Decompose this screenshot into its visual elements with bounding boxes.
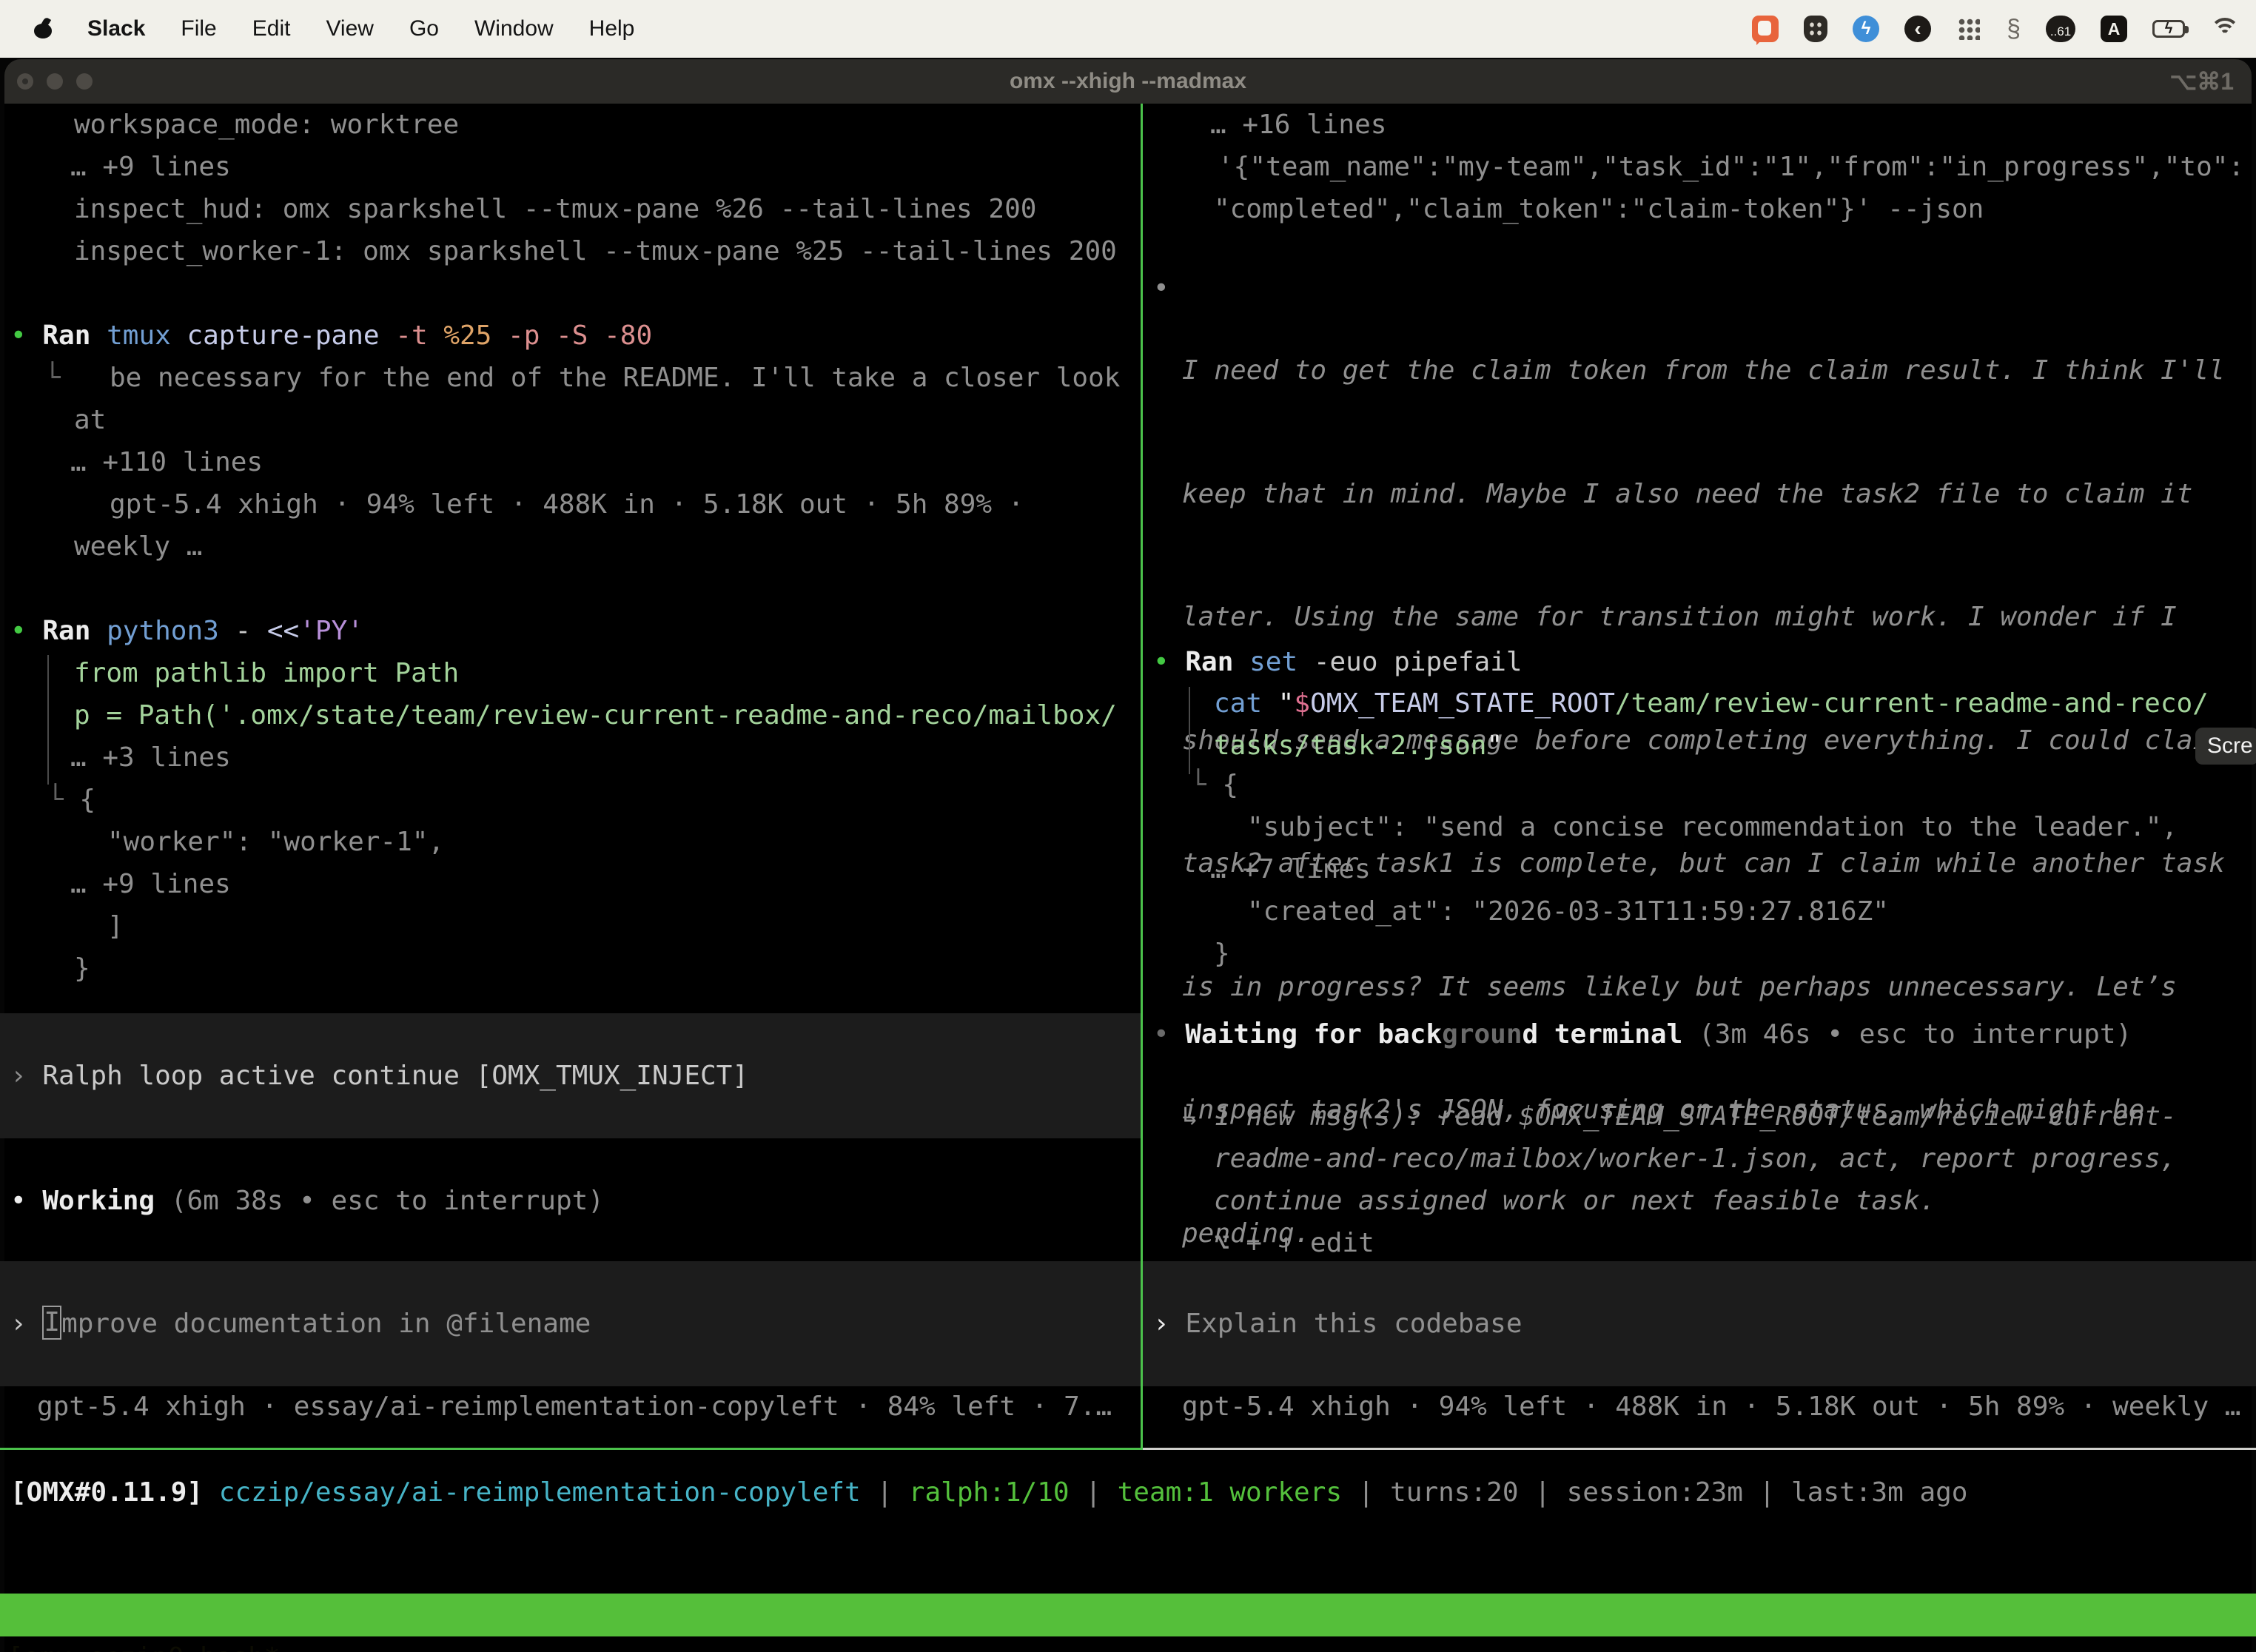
count-badge-icon[interactable]: ..61 — [2046, 16, 2075, 42]
tmux-session-name[interactable]: [omx-cczip0:bash* — [7, 1636, 280, 1652]
terminal-line: ] — [107, 905, 124, 947]
chevron-icon: › — [10, 1061, 27, 1091]
terminal-line: at — [74, 399, 106, 441]
apple-menu-icon[interactable] — [34, 19, 52, 38]
menu-item-window[interactable]: Window — [474, 16, 554, 41]
prompt-input[interactable]: › Explain this codebase — [1153, 1303, 1523, 1345]
code-line: tasks/task-2.json" — [1214, 725, 1503, 767]
prompt-placeholder: Explain this codebase — [1185, 1309, 1522, 1339]
bullet-icon: • — [10, 320, 27, 351]
terminal-line: inspect_hud: omx sparkshell --tmux-pane … — [74, 188, 1036, 230]
edit-hint: ⌥ + ↑ edit — [1214, 1222, 1374, 1264]
pane-divider[interactable] — [1141, 104, 1143, 1449]
prompt-chevron-icon: › — [1153, 1309, 1169, 1339]
terminal-line: … +9 lines — [70, 146, 231, 188]
blue-app-icon[interactable]: ϟ — [1853, 16, 1879, 42]
screenshot-tooltip: Scre — [2195, 728, 2256, 765]
dark-circle-icon[interactable]: ‹ — [1904, 16, 1931, 42]
omx-status-line: [OMX#0.11.9] cczip/essay/ai-reimplementa… — [10, 1471, 1967, 1514]
window-title: omx --xhigh --madmax — [4, 59, 2252, 104]
menu-item-file[interactable]: File — [181, 16, 216, 41]
code-line: p = Path('.omx/state/team/review-current… — [74, 694, 1117, 736]
model-status-line: gpt-5.4 xhigh · essay/ai-reimplementatio… — [37, 1386, 1112, 1428]
prompt-input-band[interactable]: › Explain this codebase — [1143, 1261, 2256, 1386]
waiting-status: • Waiting for background terminal (3m 46… — [1153, 1013, 2132, 1055]
terminal-line: … +3 lines — [70, 736, 231, 779]
terminal-line: gpt-5.4 xhigh · 94% left · 488K in · 5.1… — [110, 483, 1024, 526]
menu-bar: Slack File Edit View Go Window Help ϟ ‹ … — [0, 0, 2256, 58]
output-corner: └ — [44, 357, 61, 399]
mailbox-message-line: ↳ 1 new msg(s): read $OMX_TEAM_STATE_ROO… — [1182, 1095, 2177, 1138]
dots-grid-icon[interactable] — [1956, 16, 1981, 41]
terminal-line: "created_at": "2026-03-31T11:59:27.816Z" — [1247, 890, 1889, 933]
menu-item-edit[interactable]: Edit — [252, 16, 291, 41]
ralph-status-band: › Ralph loop active continue [OMX_TMUX_I… — [0, 1013, 1141, 1138]
ran-command-line: • Ran python3 - <<'PY' — [10, 610, 363, 652]
omx-last: last:3m ago — [1791, 1477, 1967, 1508]
tmux-status-bar: [omx-cczip0:bash* "MacBook-Pro-44.local"… — [0, 1594, 2256, 1636]
omx-ralph: ralph:1/10 — [909, 1477, 1070, 1508]
text-cursor: I — [42, 1306, 61, 1340]
terminal-line: … +110 lines — [70, 441, 263, 483]
window-shortcut: ⌥⌘1 — [2169, 59, 2234, 104]
screen: Slack File Edit View Go Window Help ϟ ‹ … — [0, 0, 2256, 1652]
terminal-line: } — [1214, 933, 1230, 975]
omx-team: team:1 workers — [1118, 1477, 1342, 1508]
window-titlebar[interactable]: omx --xhigh --madmax ⌥⌘1 — [4, 59, 2252, 104]
terminal-line: … +16 lines — [1210, 104, 1386, 146]
omx-version: [OMX#0.11.9] — [10, 1477, 203, 1508]
mailbox-message-line: readme-and-reco/mailbox/worker-1.json, a… — [1214, 1138, 2176, 1180]
right-pane-border — [1143, 1448, 2256, 1450]
terminal-line: "subject": "send a concise recommendatio… — [1247, 806, 2178, 848]
left-pane-border — [0, 1448, 1143, 1450]
ran-command-line: • Ran set -euo pipefail — [1153, 641, 1523, 683]
terminal-line: "completed","claim_token":"claim-token"}… — [1214, 188, 1984, 230]
model-status-line: gpt-5.4 xhigh · 94% left · 488K in · 5.1… — [1182, 1386, 2240, 1428]
terminal-line: … +9 lines — [70, 863, 231, 905]
terminal-line: } — [74, 947, 90, 990]
slack-status-icon[interactable] — [1752, 16, 1779, 42]
terminal-line: └ { — [47, 779, 95, 821]
output-connector-line — [1189, 687, 1190, 774]
output-connector-line — [47, 655, 49, 785]
wifi-icon[interactable] — [2210, 18, 2240, 40]
omx-repo: cczip/essay/ai-reimplementation-copyleft — [219, 1477, 861, 1508]
terminal-line: be necessary for the end of the README. … — [110, 357, 1120, 399]
ran-command-line: • Ran tmux capture-pane -t %25 -p -S -80 — [10, 315, 652, 357]
bullet-icon: • — [1153, 268, 1169, 310]
squiggle-icon[interactable]: § — [2007, 18, 2021, 40]
bullet-icon: • — [10, 616, 27, 646]
prompt-chevron-icon: › — [10, 1309, 27, 1339]
omx-session: session:23m — [1567, 1477, 1743, 1508]
shield-grid-icon[interactable] — [1804, 16, 1827, 42]
terminal-line: '{"team_name":"my-team","task_id":"1","f… — [1218, 146, 2244, 188]
terminal-line: "worker": "worker-1", — [107, 821, 444, 863]
menu-item-help[interactable]: Help — [589, 16, 635, 41]
omx-turns: turns:20 — [1390, 1477, 1518, 1508]
code-line: from pathlib import Path — [74, 652, 459, 694]
prompt-placeholder: mprove documentation in @filename — [61, 1309, 591, 1339]
terminal-line: weekly … — [74, 526, 202, 568]
bullet-icon: • — [1153, 1019, 1169, 1050]
prompt-input-band[interactable]: › Improve documentation in @filename — [0, 1261, 1141, 1386]
ralph-loop-status: › Ralph loop active continue [OMX_TMUX_I… — [10, 1055, 748, 1097]
bullet-icon: • — [10, 1186, 27, 1216]
terminal-line: inspect_worker-1: omx sparkshell --tmux-… — [74, 230, 1117, 272]
code-line: cat "$OMX_TEAM_STATE_ROOT/team/review-cu… — [1214, 682, 2209, 725]
a-badge-icon[interactable]: A — [2101, 16, 2127, 42]
menu-app-name[interactable]: Slack — [87, 16, 145, 41]
prompt-input[interactable]: › Improve documentation in @filename — [10, 1303, 591, 1345]
bullet-icon: • — [1153, 647, 1169, 677]
terminal-line: └ { — [1190, 764, 1238, 806]
mailbox-message-line: continue assigned work or next feasible … — [1214, 1180, 1936, 1222]
battery-icon[interactable]: ϟ — [2152, 20, 2185, 38]
terminal-line: workspace_mode: worktree — [74, 104, 459, 146]
menu-item-go[interactable]: Go — [409, 16, 439, 41]
working-status: • Working (6m 38s • esc to interrupt) — [10, 1180, 604, 1222]
terminal-line: … +7 lines — [1210, 848, 1371, 890]
menu-item-view[interactable]: View — [326, 16, 373, 41]
